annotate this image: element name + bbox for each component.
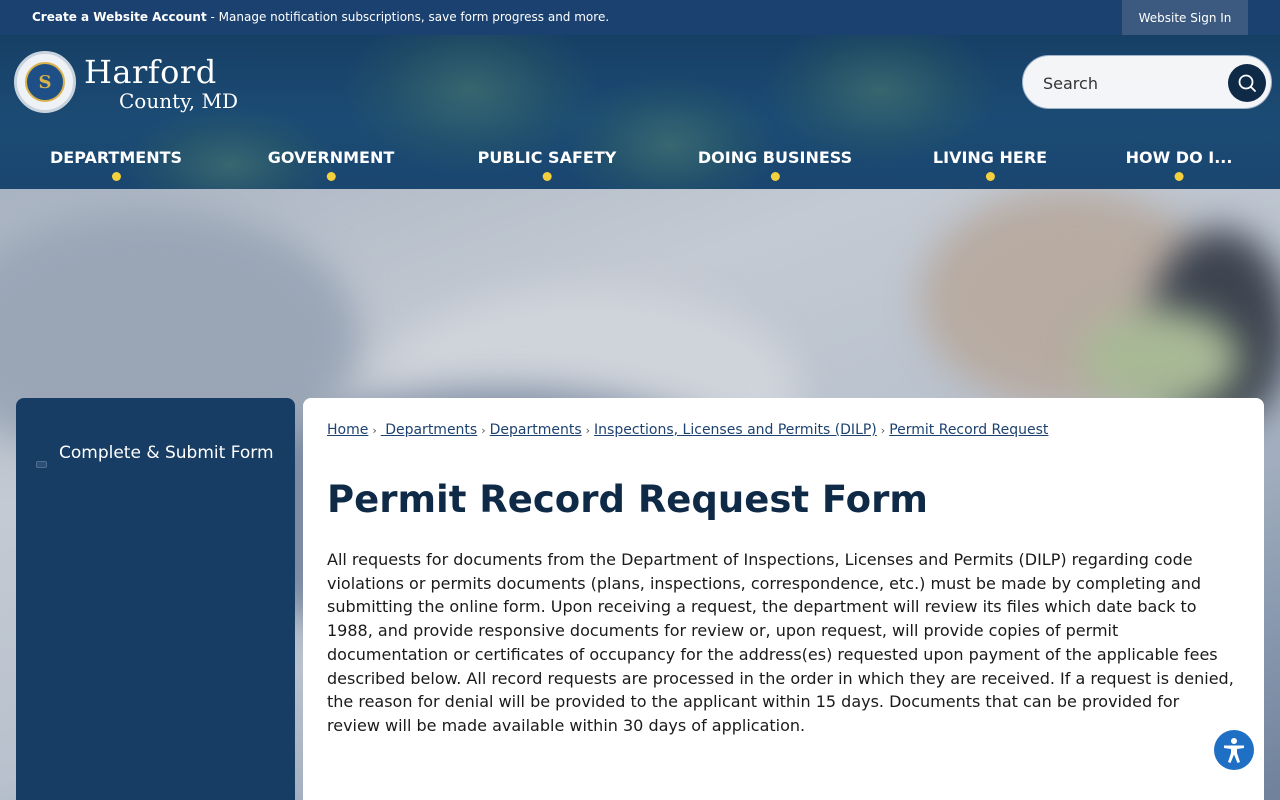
nav-label: DOING BUSINESS [697,148,853,167]
top-bar: Create a Website Account - Manage notifi… [0,0,1280,35]
website-sign-in-button[interactable]: Website Sign In [1122,0,1248,35]
main-content: Home › Departments › Departments › Inspection… [303,398,1264,800]
search-icon [1238,74,1256,92]
nav-dot-indicator [111,172,121,181]
breadcrumb-permit-record-request[interactable]: Permit Record Request [889,422,1048,438]
nav-how-do-i[interactable]: HOW DO I... [1125,148,1233,188]
breadcrumb-separator: › [585,424,591,437]
nav-dot-indicator [771,172,780,181]
harford-county-logo[interactable]: S Harford County, MD [14,51,254,117]
intro-paragraph: All requests for documents from the Depa… [327,550,1234,735]
bullet-icon [36,461,47,468]
page-title: Permit Record Request Form [327,478,928,521]
breadcrumb-separator: › [880,424,886,437]
site-header: S Harford County, MD DEPARTMENTS GOVERNM… [0,35,1280,189]
nav-label: HOW DO I... [1125,148,1233,167]
create-account-link[interactable]: Create a Website Account [32,10,207,24]
sidebar-nav: Complete & Submit Form [16,398,295,800]
accessibility-button[interactable] [1212,728,1256,772]
nav-dot-indicator [542,172,552,181]
logo-title: Harford [84,53,217,91]
account-message: Create a Website Account - Manage notifi… [32,10,609,24]
main-nav: DEPARTMENTS GOVERNMENT PUBLIC SAFETY DOI… [0,148,1280,188]
accessibility-badge [1214,730,1254,770]
account-description: - Manage notification subscriptions, sav… [206,10,610,24]
seal-emblem: S [25,62,65,102]
nav-label: GOVERNMENT [267,148,395,167]
search-button[interactable] [1228,64,1266,102]
hero-blur [1080,309,1240,409]
sidebar-item-complete-submit-form[interactable]: Complete & Submit Form [59,440,279,466]
breadcrumb-departments[interactable]: Departments [381,422,477,438]
logo-subtitle: County, MD [119,89,239,113]
nav-dot-indicator [326,172,336,181]
nav-doing-business[interactable]: DOING BUSINESS [698,148,852,188]
nav-departments[interactable]: DEPARTMENTS [50,148,182,188]
search-input[interactable] [1043,70,1223,96]
nav-label: LIVING HERE [932,148,1048,167]
breadcrumb-home[interactable]: Home [327,422,368,438]
nav-dot-indicator [986,172,995,181]
breadcrumb-separator: › [481,424,486,437]
pine-decoration [760,35,1000,165]
nav-label: PUBLIC SAFETY [477,148,617,167]
nav-government[interactable]: GOVERNMENT [268,148,394,188]
accessibility-icon [1224,738,1244,763]
nav-dot-indicator [1174,172,1184,181]
breadcrumb-separator: › [372,424,377,437]
county-seal-logo: S [14,51,76,113]
nav-label: DEPARTMENTS [49,148,183,167]
nav-public-safety[interactable]: PUBLIC SAFETY [477,148,617,188]
nav-living-here[interactable]: LIVING HERE [933,148,1047,188]
breadcrumb-dilp[interactable]: Inspections, Licenses and Permits (DILP) [594,422,877,438]
breadcrumb: Home › Departments › Departments › Inspection… [327,422,1048,438]
breadcrumb-departments-2[interactable]: Departments [490,422,582,438]
site-search [1022,55,1272,109]
